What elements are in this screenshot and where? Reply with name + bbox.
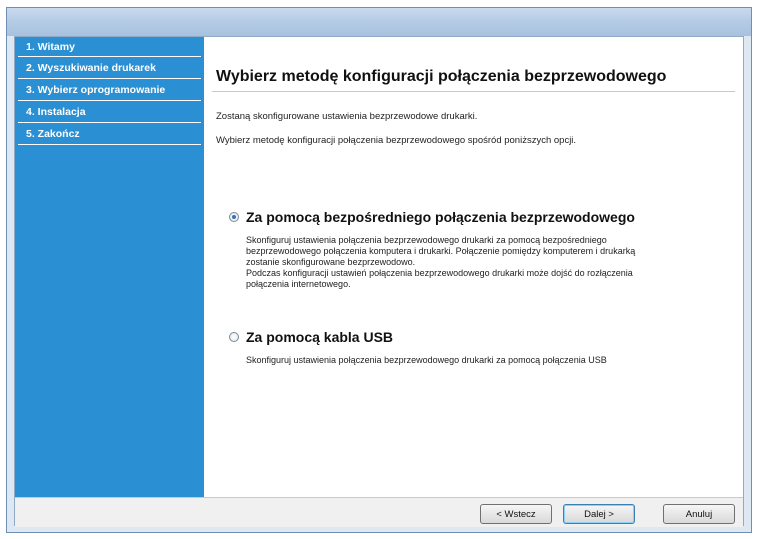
wizard-frame: 1. Witamy 2. Wyszukiwanie drukarek 3. Wy… xyxy=(14,36,744,527)
option-usb-cable-select[interactable]: Za pomocą kabla USB xyxy=(229,329,723,345)
option-description: Skonfiguruj ustawienia połączenia bezprz… xyxy=(246,355,723,366)
steps-sidebar: 1. Witamy 2. Wyszukiwanie drukarek 3. Wy… xyxy=(15,37,204,497)
page-title: Wybierz metodę konfiguracji połączenia b… xyxy=(216,68,667,85)
title-bar[interactable] xyxy=(7,8,751,36)
option-title[interactable]: Za pomocą kabla USB xyxy=(246,329,393,345)
step-select-software: 3. Wybierz oprogramowanie xyxy=(18,79,201,101)
option-direct-wireless: Za pomocą bezpośredniego połączenia bezp… xyxy=(229,209,723,290)
next-button[interactable]: Dalej > xyxy=(563,504,635,524)
option-description-line: połączenia internetowego. xyxy=(246,279,351,289)
back-button[interactable]: < Wstecz xyxy=(480,504,552,524)
option-direct-wireless-select[interactable]: Za pomocą bezpośredniego połączenia bezp… xyxy=(229,209,723,225)
cancel-button[interactable]: Anuluj xyxy=(663,504,735,524)
option-description-line: bezprzewodowego połączenia komputera i d… xyxy=(246,246,636,256)
step-printer-search: 2. Wyszukiwanie drukarek xyxy=(18,57,201,79)
step-installation: 4. Instalacja xyxy=(18,101,201,123)
main-panel: Wybierz metodę konfiguracji połączenia b… xyxy=(204,37,743,497)
option-title[interactable]: Za pomocą bezpośredniego połączenia bezp… xyxy=(246,209,635,225)
installer-window: 1. Witamy 2. Wyszukiwanie drukarek 3. Wy… xyxy=(6,7,752,533)
step-welcome: 1. Witamy xyxy=(18,37,201,57)
usb-cable-radio[interactable] xyxy=(229,332,239,342)
option-description-line: Skonfiguruj ustawienia połączenia bezprz… xyxy=(246,355,607,365)
option-description-line: zostanie skonfigurowane bezprzewodowo. xyxy=(246,257,416,267)
button-bar: < Wstecz Dalej > Anuluj xyxy=(15,497,743,527)
option-usb-cable: Za pomocą kabla USB Skonfiguruj ustawien… xyxy=(229,329,723,366)
option-description: Skonfiguruj ustawienia połączenia bezprz… xyxy=(246,235,723,290)
intro-text-1: Zostaną skonfigurowane ustawienia bezprz… xyxy=(216,111,478,122)
direct-wireless-radio[interactable] xyxy=(229,212,239,222)
title-divider xyxy=(212,91,735,92)
step-finish: 5. Zakończ xyxy=(18,123,201,145)
option-description-line: Podczas konfiguracji ustawień połączenia… xyxy=(246,268,633,278)
intro-text-2: Wybierz metodę konfiguracji połączenia b… xyxy=(216,135,577,146)
option-description-line: Skonfiguruj ustawienia połączenia bezprz… xyxy=(246,235,607,245)
